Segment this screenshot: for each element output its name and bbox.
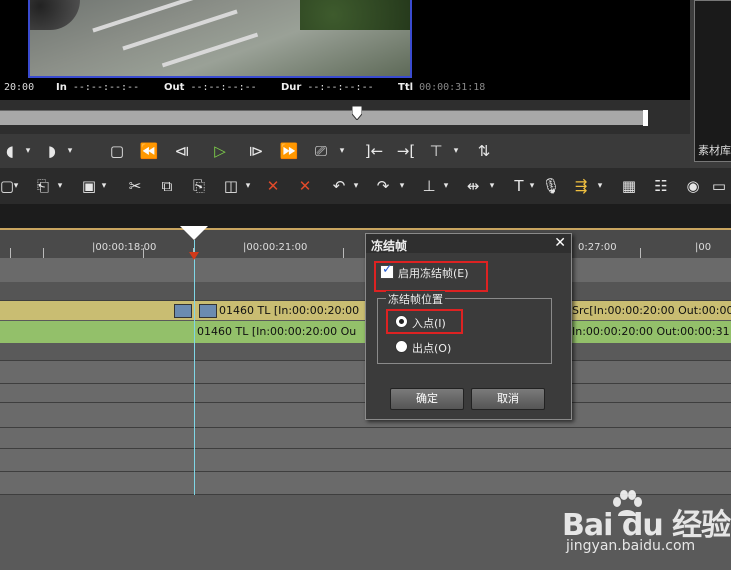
materials-tab[interactable]: 素材库 xyxy=(698,142,731,158)
clip-label: In:00:00:20:00 Out:00:00:31 xyxy=(572,325,730,338)
close-icon[interactable]: ✕ xyxy=(554,235,566,251)
set-in-icon[interactable]: ◖ xyxy=(0,140,20,162)
clip-label: 01460 TL [In:00:00:20:00 Ou xyxy=(197,325,357,338)
radio-in-point[interactable] xyxy=(395,315,408,328)
timeline-toolbar: ▢ ▾ ⎗ ▾ ▣ ▾ ✂ ⧉ ⎘ ◫ ▾ ✕ ✕ ↶ ▾ ↷ ▾ ⊥ ▾ ⇹ … xyxy=(0,168,731,204)
scrubber[interactable] xyxy=(0,100,690,134)
chevron-down-icon[interactable]: ▾ xyxy=(10,176,22,196)
ruler-tick-label: |00:00:21:00 xyxy=(243,242,308,253)
out-value: --:--:--:-- xyxy=(190,82,257,93)
out-label: Out xyxy=(164,82,185,93)
clip-thumbnail xyxy=(199,304,217,318)
radio-in-point-label[interactable]: 入点(I) xyxy=(412,315,446,331)
clip-label: 01460 TL [In:00:00:20:00 xyxy=(219,304,360,317)
chevron-down-icon[interactable]: ▾ xyxy=(526,176,538,196)
playhead-marker-icon[interactable] xyxy=(180,226,208,240)
current-timecode: 20:00 xyxy=(4,82,35,93)
scrub-end-marker xyxy=(643,110,648,126)
insert-mark-icon[interactable]: ⊤ xyxy=(424,140,448,162)
save-icon[interactable]: ▣ xyxy=(78,176,100,196)
cut-icon[interactable]: ✂ xyxy=(124,176,146,196)
in-label: In xyxy=(56,82,67,93)
timeline-header-band xyxy=(0,204,731,228)
microphone-icon[interactable]: 🎙 xyxy=(540,176,562,196)
step-forward-icon[interactable]: ⧐ xyxy=(244,140,268,162)
stop-icon[interactable]: ▢ xyxy=(106,140,128,162)
clip-label: Src[In:00:00:20:00 Out:00:00: xyxy=(572,304,731,317)
prev-edit-icon[interactable]: ]← xyxy=(362,140,386,162)
enable-freeze-label[interactable]: 启用冻结帧(E) xyxy=(398,265,469,281)
timeline-track[interactable] xyxy=(0,428,731,449)
radio-out-point[interactable] xyxy=(395,340,408,353)
scrub-handle-icon[interactable] xyxy=(352,106,362,120)
redo-icon[interactable]: ↷ xyxy=(372,176,394,196)
watermark-site: jingyan.baidu.com xyxy=(566,538,696,554)
baidu-watermark: Bai du 经验 jingyan.baidu.com xyxy=(560,490,731,570)
playhead[interactable] xyxy=(180,226,208,495)
clip-thumbnail xyxy=(174,304,192,318)
chevron-down-icon[interactable]: ▾ xyxy=(350,176,362,196)
window-icon[interactable]: ▭ xyxy=(708,176,730,196)
mixer-icon[interactable]: ☷ xyxy=(650,176,672,196)
open-icon[interactable]: ⎗ xyxy=(32,176,54,196)
loop-icon[interactable]: ⎚ xyxy=(310,140,332,162)
ttl-label: Ttl xyxy=(398,82,414,93)
play-icon[interactable]: ▷ xyxy=(208,140,232,162)
grid-icon[interactable]: ▦ xyxy=(618,176,640,196)
chevron-down-icon[interactable]: ▾ xyxy=(98,176,110,196)
ruler-tick-label: 0:27:00 xyxy=(578,242,617,253)
chevron-down-icon[interactable]: ▾ xyxy=(242,176,254,196)
freeze-frame-dialog: 冻结帧 ✕ ✓ 启用冻结帧(E) 冻结帧位置 入点(I) 出点(O) 确定 取消 xyxy=(365,233,572,420)
scrub-bar[interactable] xyxy=(0,110,648,125)
chevron-down-icon[interactable]: ▾ xyxy=(486,176,498,196)
in-value: --:--:--:-- xyxy=(72,82,140,93)
ripple-delete-icon[interactable]: ✕ xyxy=(294,176,316,196)
chevron-down-icon[interactable]: ▾ xyxy=(594,176,606,196)
timeline-track[interactable] xyxy=(0,449,731,472)
chevron-down-icon[interactable]: ▾ xyxy=(396,176,408,196)
ttl-value: 00:00:31:18 xyxy=(419,82,486,93)
undo-icon[interactable]: ↶ xyxy=(328,176,350,196)
chevron-down-icon[interactable]: ▾ xyxy=(336,140,348,162)
delete-icon[interactable]: ✕ xyxy=(262,176,284,196)
fast-forward-icon[interactable]: ⏩ xyxy=(276,140,302,162)
step-back-icon[interactable]: ⧏ xyxy=(170,140,194,162)
dur-label: Dur xyxy=(281,82,302,93)
dialog-title: 冻结帧 xyxy=(371,239,408,253)
ruler-tick-label: |00 xyxy=(695,242,712,253)
color-icon[interactable]: ◉ xyxy=(682,176,704,196)
chevron-down-icon[interactable]: ▾ xyxy=(54,176,66,196)
transport-bar: ◖ ▾ ◗ ▾ ▢ ⏪ ⧏ ▷ ⧐ ⏩ ⎚ ▾ ]← →[ ⊤ ▾ ⇅ xyxy=(0,134,690,168)
enable-freeze-checkbox[interactable]: ✓ xyxy=(380,262,394,279)
chevron-down-icon[interactable]: ▾ xyxy=(450,140,462,162)
freeze-position-label: 冻结帧位置 xyxy=(386,291,445,307)
razor-icon[interactable]: ⊥ xyxy=(418,176,440,196)
preview-monitor: 20:00 In --:--:--:-- Out --:--:--:-- Dur… xyxy=(0,0,690,100)
playhead-indicator-icon xyxy=(189,252,199,260)
right-panel: 素材库 xyxy=(690,0,731,168)
dur-value: --:--:--:-- xyxy=(307,82,374,93)
paste-icon[interactable]: ⎘ xyxy=(188,176,210,196)
set-out-icon[interactable]: ◗ xyxy=(42,140,62,162)
chevron-down-icon[interactable]: ▾ xyxy=(440,176,452,196)
copy-icon[interactable]: ⧉ xyxy=(156,176,178,196)
replace-icon[interactable]: ◫ xyxy=(220,176,242,196)
overwrite-icon[interactable]: ⇅ xyxy=(472,140,496,162)
chevron-down-icon[interactable]: ▾ xyxy=(22,140,34,162)
ruler-tick-label: |00:00:18:00 xyxy=(92,242,157,253)
export-icon[interactable]: ⇶ xyxy=(570,176,592,196)
ok-button[interactable]: 确定 xyxy=(390,388,464,410)
rewind-icon[interactable]: ⏪ xyxy=(136,140,162,162)
chevron-down-icon[interactable]: ▾ xyxy=(64,140,76,162)
next-edit-icon[interactable]: →[ xyxy=(394,140,418,162)
radio-out-point-label[interactable]: 出点(O) xyxy=(412,340,451,356)
cancel-button[interactable]: 取消 xyxy=(471,388,545,410)
video-frame xyxy=(28,0,412,78)
transition-icon[interactable]: ⇹ xyxy=(462,176,484,196)
check-icon: ✓ xyxy=(382,262,393,277)
